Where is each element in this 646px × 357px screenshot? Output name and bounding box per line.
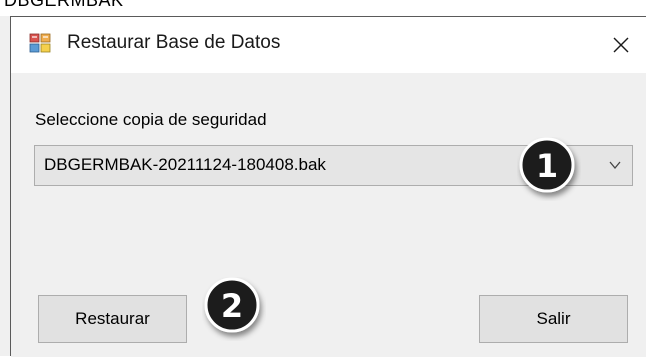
close-button[interactable] bbox=[596, 17, 646, 73]
backup-label: Seleccione copia de seguridad bbox=[35, 110, 267, 129]
step-marker-2: 2 bbox=[204, 277, 260, 333]
screenshot-frame: DBGERMBAK Restaurar Base de Datos Selecc… bbox=[0, 0, 646, 357]
backup-select-value: DBGERMBAK-20211124-180408.bak bbox=[44, 155, 326, 174]
exit-button-label: Salir bbox=[536, 309, 571, 328]
restore-dialog: Restaurar Base de Datos Seleccione copia… bbox=[10, 16, 646, 357]
step-marker-1-number: 1 bbox=[536, 147, 558, 185]
background-window-strip: DBGERMBAK bbox=[0, 0, 646, 16]
close-icon bbox=[613, 37, 629, 53]
window-title: Restaurar Base de Datos bbox=[67, 32, 281, 53]
restore-button-label: Restaurar bbox=[75, 309, 150, 328]
database-restore-icon bbox=[29, 33, 51, 53]
dialog-client-area: Seleccione copia de seguridad DBGERMBAK-… bbox=[11, 73, 646, 357]
chevron-down-icon[interactable] bbox=[608, 158, 622, 172]
restore-button[interactable]: Restaurar bbox=[38, 295, 187, 343]
step-marker-2-number: 2 bbox=[221, 287, 243, 325]
background-window-text: DBGERMBAK bbox=[4, 0, 124, 10]
title-bar[interactable]: Restaurar Base de Datos bbox=[11, 17, 646, 73]
step-marker-1: 1 bbox=[519, 137, 575, 193]
exit-button[interactable]: Salir bbox=[479, 295, 628, 343]
